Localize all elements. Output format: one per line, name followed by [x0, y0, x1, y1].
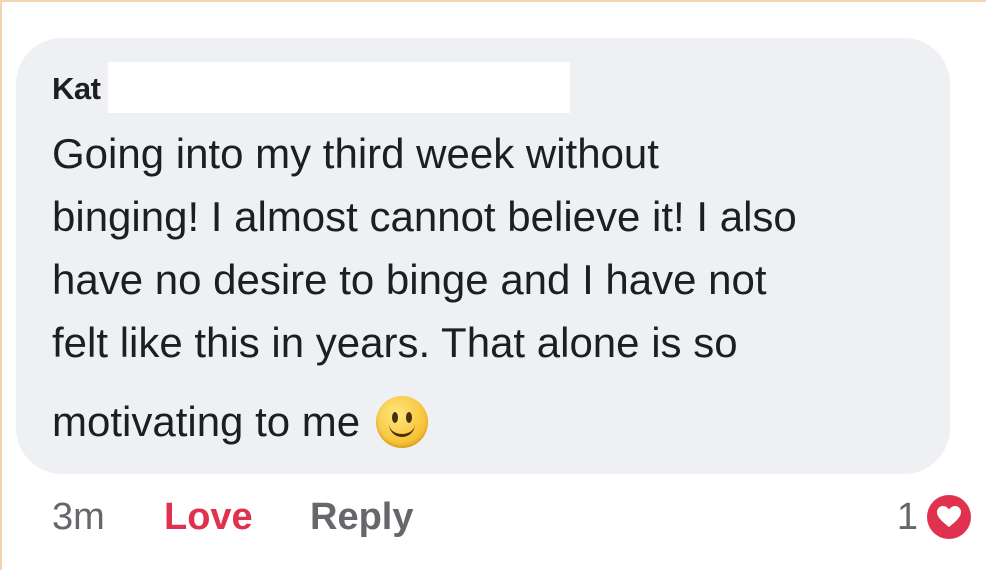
comment-actions: 3m Love Reply — [52, 492, 413, 542]
comment-timestamp: 3m — [52, 495, 105, 538]
redaction-box — [108, 62, 570, 113]
comment-text-line: motivating to me — [52, 398, 361, 445]
comment-author[interactable]: Kat — [52, 66, 101, 112]
comment-text-line: have no desire to binge and I have not — [52, 256, 767, 303]
heart-reaction-badge — [924, 492, 974, 542]
comment-text-line: Going into my third week without — [52, 130, 659, 177]
comment-text-line: binging! I almost cannot believe it! I a… — [52, 193, 797, 240]
heart-icon — [927, 495, 971, 539]
slightly-smiling-face-icon — [376, 395, 429, 448]
comment-body: Going into my third week without binging… — [52, 122, 932, 453]
comment-text-last-line: motivating to me — [52, 390, 932, 453]
comment-text-line: felt like this in years. That alone is s… — [52, 319, 738, 366]
author-name[interactable]: Kat — [52, 71, 101, 107]
reply-button[interactable]: Reply — [310, 496, 413, 539]
love-button[interactable]: Love — [164, 496, 310, 539]
reaction-count: 1 — [896, 495, 918, 538]
comment-container: Kat Going into my third week without bin… — [0, 0, 986, 570]
reaction-summary[interactable]: 1 — [897, 490, 974, 544]
